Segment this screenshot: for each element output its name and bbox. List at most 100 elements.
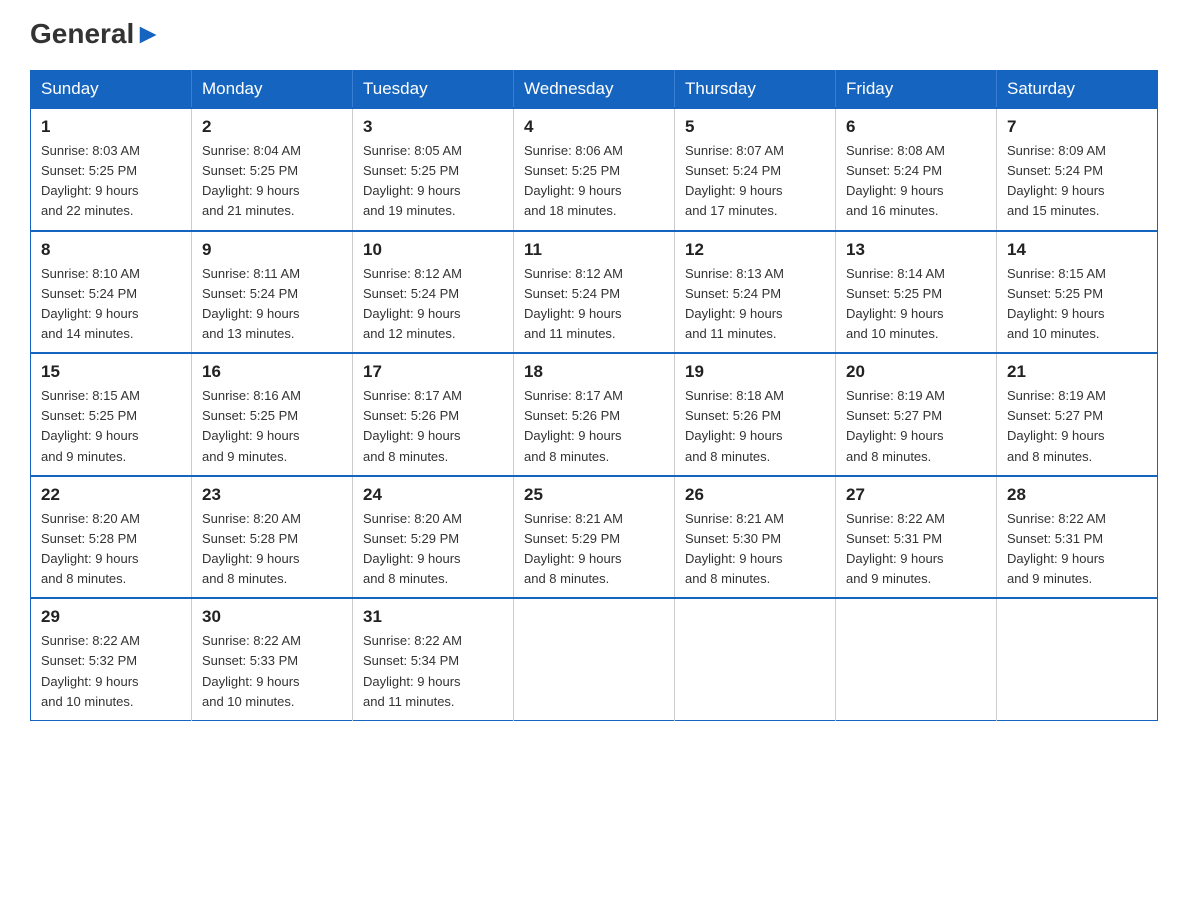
day-info: Sunrise: 8:22 AM Sunset: 5:32 PM Dayligh… xyxy=(41,631,181,712)
day-info: Sunrise: 8:17 AM Sunset: 5:26 PM Dayligh… xyxy=(363,386,503,467)
calendar-cell: 12 Sunrise: 8:13 AM Sunset: 5:24 PM Dayl… xyxy=(675,231,836,354)
day-info: Sunrise: 8:15 AM Sunset: 5:25 PM Dayligh… xyxy=(1007,264,1147,345)
day-number: 31 xyxy=(363,607,503,627)
day-info: Sunrise: 8:10 AM Sunset: 5:24 PM Dayligh… xyxy=(41,264,181,345)
day-number: 27 xyxy=(846,485,986,505)
header-sunday: Sunday xyxy=(31,71,192,109)
week-row-4: 22 Sunrise: 8:20 AM Sunset: 5:28 PM Dayl… xyxy=(31,476,1158,599)
day-number: 15 xyxy=(41,362,181,382)
calendar-cell: 30 Sunrise: 8:22 AM Sunset: 5:33 PM Dayl… xyxy=(192,598,353,720)
day-number: 12 xyxy=(685,240,825,260)
day-number: 28 xyxy=(1007,485,1147,505)
calendar-cell xyxy=(675,598,836,720)
calendar-cell: 17 Sunrise: 8:17 AM Sunset: 5:26 PM Dayl… xyxy=(353,353,514,476)
day-number: 29 xyxy=(41,607,181,627)
day-number: 11 xyxy=(524,240,664,260)
day-number: 3 xyxy=(363,117,503,137)
day-number: 14 xyxy=(1007,240,1147,260)
calendar-cell: 5 Sunrise: 8:07 AM Sunset: 5:24 PM Dayli… xyxy=(675,108,836,231)
day-info: Sunrise: 8:12 AM Sunset: 5:24 PM Dayligh… xyxy=(524,264,664,345)
calendar-cell: 24 Sunrise: 8:20 AM Sunset: 5:29 PM Dayl… xyxy=(353,476,514,599)
day-info: Sunrise: 8:20 AM Sunset: 5:29 PM Dayligh… xyxy=(363,509,503,590)
day-number: 19 xyxy=(685,362,825,382)
header-saturday: Saturday xyxy=(997,71,1158,109)
day-info: Sunrise: 8:18 AM Sunset: 5:26 PM Dayligh… xyxy=(685,386,825,467)
day-info: Sunrise: 8:08 AM Sunset: 5:24 PM Dayligh… xyxy=(846,141,986,222)
calendar-cell: 1 Sunrise: 8:03 AM Sunset: 5:25 PM Dayli… xyxy=(31,108,192,231)
calendar-cell: 10 Sunrise: 8:12 AM Sunset: 5:24 PM Dayl… xyxy=(353,231,514,354)
calendar-cell: 28 Sunrise: 8:22 AM Sunset: 5:31 PM Dayl… xyxy=(997,476,1158,599)
calendar-cell xyxy=(997,598,1158,720)
day-number: 1 xyxy=(41,117,181,137)
calendar-cell: 25 Sunrise: 8:21 AM Sunset: 5:29 PM Dayl… xyxy=(514,476,675,599)
day-info: Sunrise: 8:15 AM Sunset: 5:25 PM Dayligh… xyxy=(41,386,181,467)
day-number: 8 xyxy=(41,240,181,260)
day-number: 2 xyxy=(202,117,342,137)
day-info: Sunrise: 8:12 AM Sunset: 5:24 PM Dayligh… xyxy=(363,264,503,345)
day-number: 18 xyxy=(524,362,664,382)
day-info: Sunrise: 8:03 AM Sunset: 5:25 PM Dayligh… xyxy=(41,141,181,222)
calendar-cell: 16 Sunrise: 8:16 AM Sunset: 5:25 PM Dayl… xyxy=(192,353,353,476)
calendar-cell: 18 Sunrise: 8:17 AM Sunset: 5:26 PM Dayl… xyxy=(514,353,675,476)
calendar-cell: 6 Sunrise: 8:08 AM Sunset: 5:24 PM Dayli… xyxy=(836,108,997,231)
calendar-cell: 3 Sunrise: 8:05 AM Sunset: 5:25 PM Dayli… xyxy=(353,108,514,231)
day-info: Sunrise: 8:06 AM Sunset: 5:25 PM Dayligh… xyxy=(524,141,664,222)
calendar-cell xyxy=(514,598,675,720)
calendar-cell: 13 Sunrise: 8:14 AM Sunset: 5:25 PM Dayl… xyxy=(836,231,997,354)
day-info: Sunrise: 8:21 AM Sunset: 5:30 PM Dayligh… xyxy=(685,509,825,590)
header-wednesday: Wednesday xyxy=(514,71,675,109)
week-row-3: 15 Sunrise: 8:15 AM Sunset: 5:25 PM Dayl… xyxy=(31,353,1158,476)
day-info: Sunrise: 8:22 AM Sunset: 5:31 PM Dayligh… xyxy=(846,509,986,590)
day-info: Sunrise: 8:22 AM Sunset: 5:33 PM Dayligh… xyxy=(202,631,342,712)
day-info: Sunrise: 8:13 AM Sunset: 5:24 PM Dayligh… xyxy=(685,264,825,345)
day-info: Sunrise: 8:19 AM Sunset: 5:27 PM Dayligh… xyxy=(846,386,986,467)
calendar-cell: 29 Sunrise: 8:22 AM Sunset: 5:32 PM Dayl… xyxy=(31,598,192,720)
day-number: 26 xyxy=(685,485,825,505)
day-info: Sunrise: 8:17 AM Sunset: 5:26 PM Dayligh… xyxy=(524,386,664,467)
day-number: 30 xyxy=(202,607,342,627)
header-tuesday: Tuesday xyxy=(353,71,514,109)
calendar-cell: 23 Sunrise: 8:20 AM Sunset: 5:28 PM Dayl… xyxy=(192,476,353,599)
day-number: 17 xyxy=(363,362,503,382)
calendar-table: SundayMondayTuesdayWednesdayThursdayFrid… xyxy=(30,70,1158,721)
logo: General► xyxy=(30,20,162,50)
day-info: Sunrise: 8:21 AM Sunset: 5:29 PM Dayligh… xyxy=(524,509,664,590)
day-info: Sunrise: 8:11 AM Sunset: 5:24 PM Dayligh… xyxy=(202,264,342,345)
header-thursday: Thursday xyxy=(675,71,836,109)
calendar-cell: 15 Sunrise: 8:15 AM Sunset: 5:25 PM Dayl… xyxy=(31,353,192,476)
calendar-cell: 11 Sunrise: 8:12 AM Sunset: 5:24 PM Dayl… xyxy=(514,231,675,354)
day-info: Sunrise: 8:22 AM Sunset: 5:31 PM Dayligh… xyxy=(1007,509,1147,590)
logo-general-text: General► xyxy=(30,20,162,48)
calendar-cell: 14 Sunrise: 8:15 AM Sunset: 5:25 PM Dayl… xyxy=(997,231,1158,354)
day-number: 9 xyxy=(202,240,342,260)
calendar-cell: 9 Sunrise: 8:11 AM Sunset: 5:24 PM Dayli… xyxy=(192,231,353,354)
day-number: 7 xyxy=(1007,117,1147,137)
day-number: 4 xyxy=(524,117,664,137)
day-number: 6 xyxy=(846,117,986,137)
day-number: 25 xyxy=(524,485,664,505)
calendar-cell: 2 Sunrise: 8:04 AM Sunset: 5:25 PM Dayli… xyxy=(192,108,353,231)
calendar-cell: 7 Sunrise: 8:09 AM Sunset: 5:24 PM Dayli… xyxy=(997,108,1158,231)
calendar-cell: 8 Sunrise: 8:10 AM Sunset: 5:24 PM Dayli… xyxy=(31,231,192,354)
calendar-cell xyxy=(836,598,997,720)
calendar-cell: 27 Sunrise: 8:22 AM Sunset: 5:31 PM Dayl… xyxy=(836,476,997,599)
header-monday: Monday xyxy=(192,71,353,109)
day-info: Sunrise: 8:05 AM Sunset: 5:25 PM Dayligh… xyxy=(363,141,503,222)
day-info: Sunrise: 8:07 AM Sunset: 5:24 PM Dayligh… xyxy=(685,141,825,222)
day-info: Sunrise: 8:22 AM Sunset: 5:34 PM Dayligh… xyxy=(363,631,503,712)
calendar-cell: 26 Sunrise: 8:21 AM Sunset: 5:30 PM Dayl… xyxy=(675,476,836,599)
day-info: Sunrise: 8:09 AM Sunset: 5:24 PM Dayligh… xyxy=(1007,141,1147,222)
day-info: Sunrise: 8:19 AM Sunset: 5:27 PM Dayligh… xyxy=(1007,386,1147,467)
day-number: 20 xyxy=(846,362,986,382)
day-number: 23 xyxy=(202,485,342,505)
day-number: 10 xyxy=(363,240,503,260)
calendar-cell: 21 Sunrise: 8:19 AM Sunset: 5:27 PM Dayl… xyxy=(997,353,1158,476)
week-row-1: 1 Sunrise: 8:03 AM Sunset: 5:25 PM Dayli… xyxy=(31,108,1158,231)
day-number: 5 xyxy=(685,117,825,137)
day-info: Sunrise: 8:20 AM Sunset: 5:28 PM Dayligh… xyxy=(41,509,181,590)
day-info: Sunrise: 8:04 AM Sunset: 5:25 PM Dayligh… xyxy=(202,141,342,222)
day-info: Sunrise: 8:20 AM Sunset: 5:28 PM Dayligh… xyxy=(202,509,342,590)
page-header: General► xyxy=(30,20,1158,50)
calendar-cell: 20 Sunrise: 8:19 AM Sunset: 5:27 PM Dayl… xyxy=(836,353,997,476)
day-number: 13 xyxy=(846,240,986,260)
